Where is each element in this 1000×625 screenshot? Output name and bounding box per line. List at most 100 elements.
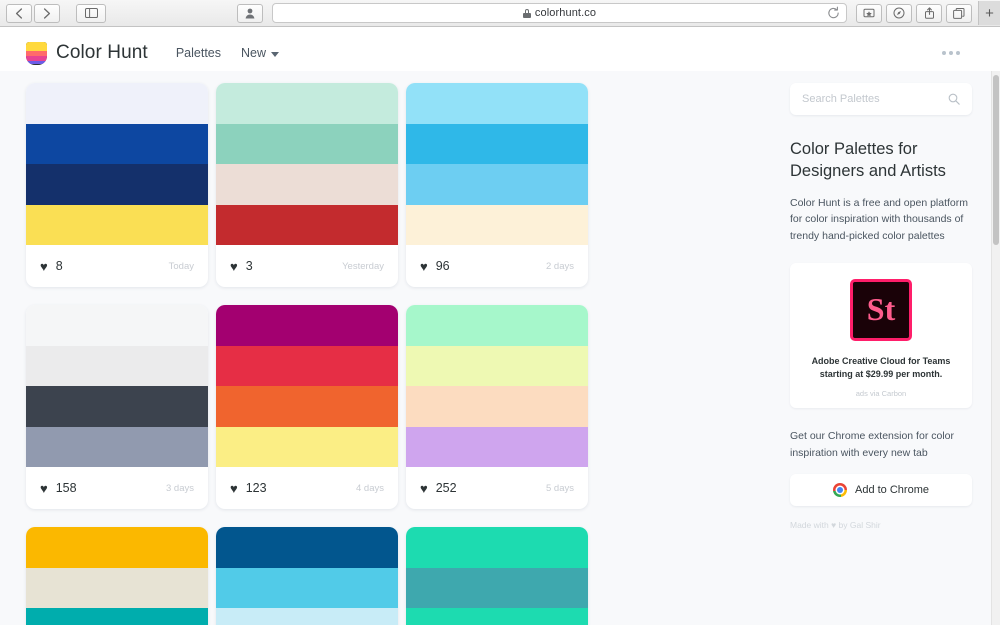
new-tab-button[interactable]: + xyxy=(978,1,1000,25)
palette-swatch[interactable] xyxy=(216,123,398,164)
palette-age: 4 days xyxy=(356,482,384,494)
palette-swatch[interactable] xyxy=(406,386,588,427)
navigation-buttons xyxy=(6,3,60,23)
palette-card-footer: ♥ 158 3 days xyxy=(26,467,208,509)
heart-icon[interactable]: ♥ xyxy=(230,260,238,273)
palette-swatch[interactable] xyxy=(406,567,588,608)
palette-swatch[interactable] xyxy=(406,164,588,205)
palette-swatch[interactable] xyxy=(216,386,398,427)
palette-swatch[interactable] xyxy=(26,426,208,467)
palette-swatch[interactable] xyxy=(216,305,398,346)
palette-swatches xyxy=(216,527,398,625)
palette-grid: ♥ 8 Today ♥ 3 Yesterday ♥ 96 2 days ♥ 158 3 days ♥ 12… xyxy=(0,83,790,625)
tab-overview-icon xyxy=(953,7,965,19)
palette-swatch[interactable] xyxy=(216,608,398,625)
palette-swatch[interactable] xyxy=(216,527,398,568)
palette-card[interactable]: ♥ 3 Yesterday xyxy=(216,83,398,287)
heart-icon[interactable]: ♥ xyxy=(420,260,428,273)
palette-swatch[interactable] xyxy=(26,608,208,625)
palette-card[interactable]: ♥3031 week xyxy=(216,527,398,625)
palette-like-count: 252 xyxy=(435,481,457,495)
extension-promo-text: Get our Chrome extension for color inspi… xyxy=(790,429,954,459)
palette-swatch[interactable] xyxy=(406,83,588,124)
palette-swatch[interactable] xyxy=(26,527,208,568)
palette-like-group[interactable]: ♥ 252 xyxy=(420,481,457,495)
sidebar-toggle-button[interactable] xyxy=(76,3,106,23)
palette-swatches xyxy=(26,527,208,625)
heart-icon[interactable]: ♥ xyxy=(40,482,48,495)
color-hunt-logo-icon xyxy=(26,41,47,65)
palette-card[interactable]: ♥ 123 4 days xyxy=(216,305,398,509)
search-palettes-box[interactable]: Search Palettes xyxy=(790,83,972,115)
search-input-placeholder[interactable]: Search Palettes xyxy=(802,93,880,105)
advertisement-card[interactable]: St Adobe Creative Cloud for Teams starti… xyxy=(790,262,972,408)
palette-like-group[interactable]: ♥ 3 xyxy=(230,259,253,273)
palette-swatch[interactable] xyxy=(26,567,208,608)
palette-card[interactable]: ♥ 96 2 days xyxy=(406,83,588,287)
palette-swatch[interactable] xyxy=(406,123,588,164)
palette-like-group[interactable]: ♥ 8 xyxy=(40,259,63,273)
page-body: ♥ 8 Today ♥ 3 Yesterday ♥ 96 2 days ♥ 158 3 days ♥ 12… xyxy=(0,71,1000,625)
add-to-chrome-button[interactable]: Add to Chrome xyxy=(790,473,972,506)
page-scrollbar-track[interactable] xyxy=(991,71,1000,625)
palette-like-group[interactable]: ♥ 158 xyxy=(40,481,77,495)
palette-like-count: 123 xyxy=(245,481,267,495)
palette-age: 5 days xyxy=(546,482,574,494)
page-scrollbar-thumb[interactable] xyxy=(993,75,999,245)
palette-swatch[interactable] xyxy=(26,164,208,205)
nav-item-palettes[interactable]: Palettes xyxy=(176,46,221,60)
sidebar-footer-credit: Made with ♥ by Gal Shir xyxy=(790,519,881,530)
reload-button[interactable] xyxy=(827,6,840,20)
palette-swatches xyxy=(216,83,398,245)
palette-swatch[interactable] xyxy=(26,386,208,427)
sidebar-description: Color Hunt is a free and open platform f… xyxy=(790,196,969,243)
forward-button[interactable] xyxy=(34,3,60,23)
palette-like-group[interactable]: ♥ 123 xyxy=(230,481,267,495)
palette-age: Yesterday xyxy=(342,260,384,272)
palette-card-footer: ♥ 8 Today xyxy=(26,245,208,287)
palette-swatch[interactable] xyxy=(26,83,208,124)
address-bar[interactable]: colorhunt.co xyxy=(272,3,847,23)
palette-swatch[interactable] xyxy=(216,164,398,205)
palette-card[interactable]: ♥ xyxy=(406,527,588,625)
palette-swatch[interactable] xyxy=(26,123,208,164)
palette-swatch[interactable] xyxy=(216,567,398,608)
palette-swatch[interactable] xyxy=(406,527,588,568)
profile-button[interactable] xyxy=(237,3,263,23)
url-display: colorhunt.co xyxy=(522,7,596,19)
search-icon xyxy=(948,93,960,105)
palette-swatch[interactable] xyxy=(406,305,588,346)
palette-card[interactable]: ♥ 8 Today xyxy=(26,83,208,287)
brand-name: Color Hunt xyxy=(56,42,148,63)
heart-icon[interactable]: ♥ xyxy=(230,482,238,495)
palette-card[interactable]: ♥ 158 3 days xyxy=(26,305,208,509)
palette-swatch[interactable] xyxy=(216,83,398,124)
back-button[interactable] xyxy=(6,3,32,23)
palette-card-footer: ♥ 96 2 days xyxy=(406,245,588,287)
more-options-icon[interactable] xyxy=(942,51,960,55)
palette-swatches xyxy=(26,305,208,467)
palette-swatch[interactable] xyxy=(406,426,588,467)
palette-swatch[interactable] xyxy=(216,204,398,245)
palette-card[interactable]: ♥3016 days xyxy=(26,527,208,625)
palette-swatch[interactable] xyxy=(26,305,208,346)
palette-swatch[interactable] xyxy=(26,345,208,386)
brand-logo-link[interactable]: Color Hunt xyxy=(26,41,148,65)
palette-swatch[interactable] xyxy=(406,204,588,245)
palette-swatch[interactable] xyxy=(26,204,208,245)
palette-swatch[interactable] xyxy=(216,426,398,467)
palette-swatch[interactable] xyxy=(406,608,588,625)
palette-swatch[interactable] xyxy=(216,345,398,386)
palette-card[interactable]: ♥ 252 5 days xyxy=(406,305,588,509)
share-button[interactable] xyxy=(916,3,942,23)
heart-icon[interactable]: ♥ xyxy=(420,482,428,495)
main-nav: Palettes New xyxy=(176,46,280,60)
privacy-report-button[interactable] xyxy=(886,3,912,23)
palette-age: 2 days xyxy=(546,260,574,272)
palette-swatch[interactable] xyxy=(406,345,588,386)
heart-icon[interactable]: ♥ xyxy=(40,260,48,273)
palette-like-group[interactable]: ♥ 96 xyxy=(420,259,450,273)
nav-item-new[interactable]: New xyxy=(241,46,280,60)
tab-overview-button[interactable] xyxy=(946,3,972,23)
reading-list-button[interactable] xyxy=(856,3,882,23)
